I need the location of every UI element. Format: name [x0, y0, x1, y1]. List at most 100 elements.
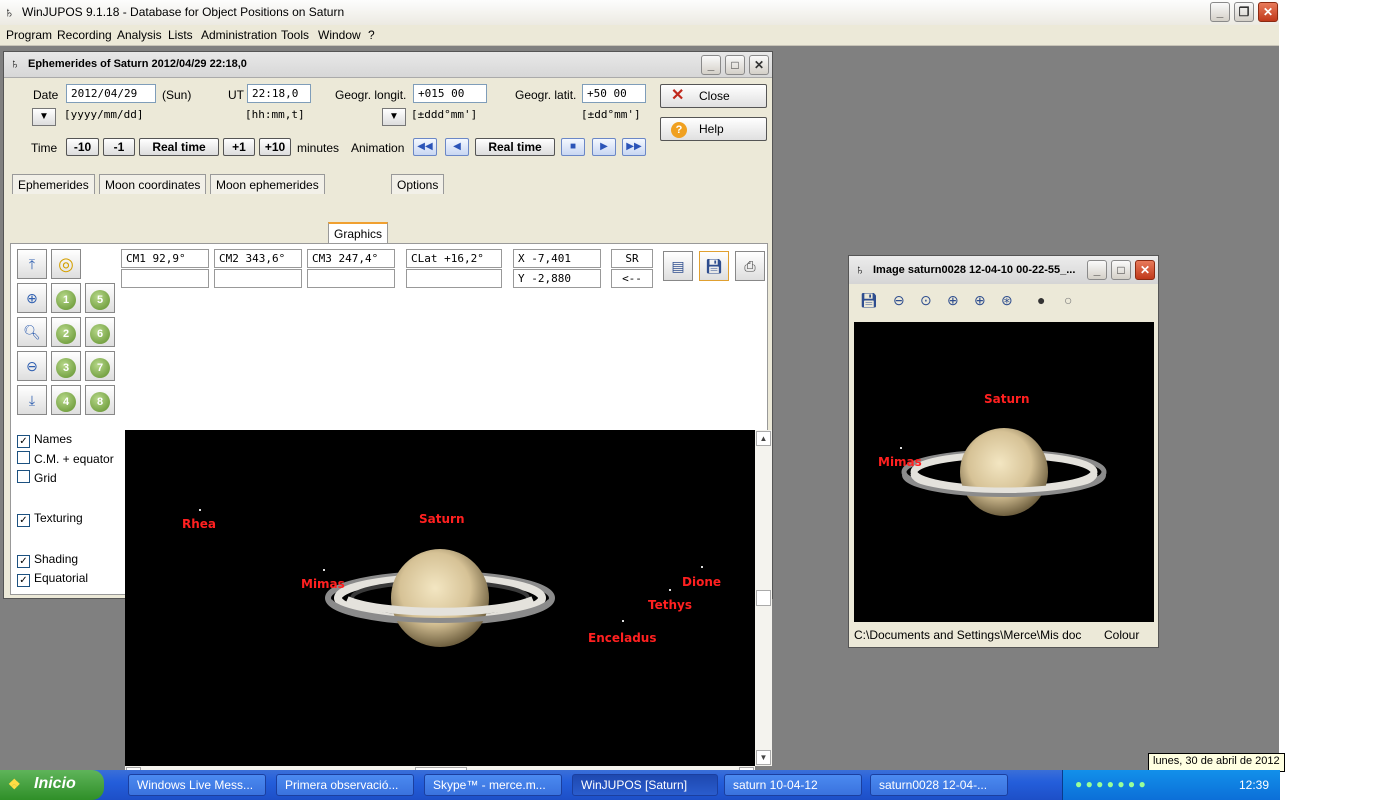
minimize-button[interactable]: _ — [1210, 2, 1230, 22]
latitude-label: Geogr. latit. — [515, 88, 577, 102]
zoom-level-4[interactable]: 4 — [51, 385, 81, 415]
light-mode-radio-icon[interactable]: ○ — [1064, 292, 1072, 308]
menu-analysis[interactable]: Analysis — [117, 28, 162, 42]
shading-checkbox[interactable]: ✓ Shading — [17, 552, 78, 568]
vertical-scroll-thumb[interactable] — [756, 590, 771, 606]
cm-equator-checkbox[interactable]: C.M. + equator — [17, 451, 114, 466]
magnifier-icon[interactable]: ⊙ — [920, 292, 932, 309]
texturing-checkbox[interactable]: ✓ Texturing — [17, 511, 83, 527]
zoom-level-2[interactable]: 2 — [51, 317, 81, 347]
time-plus1-button[interactable]: +1 — [223, 138, 255, 156]
scroll-down-icon[interactable]: ▼ — [756, 750, 771, 765]
menu-tools[interactable]: Tools — [281, 28, 309, 42]
menu-window[interactable]: Window — [318, 28, 361, 42]
time-plus10-button[interactable]: +10 — [259, 138, 291, 156]
help-button[interactable]: ? Help — [660, 117, 767, 141]
print-icon[interactable]: ⎙ — [735, 251, 765, 281]
tab-moon-coordinates[interactable]: Moon coordinates — [99, 174, 207, 194]
time-realtime-button[interactable]: Real time — [139, 138, 219, 156]
latitude-field[interactable]: +50 00 — [582, 84, 646, 103]
zoom-fit-icon[interactable]: ⊛ — [1001, 292, 1013, 309]
longitude-label: Geogr. longit. — [335, 88, 407, 102]
task-skype[interactable]: Skype™ - merce.m... — [424, 774, 562, 796]
menu-recording[interactable]: Recording — [57, 28, 112, 42]
img-maximize-button[interactable]: □ — [1111, 260, 1131, 280]
tab-moon-ephemerides[interactable]: Moon ephemerides — [210, 174, 325, 194]
move-top-icon[interactable]: ⤒ — [17, 249, 47, 279]
zoom-in-icon[interactable]: ⊕ — [17, 283, 47, 313]
start-button[interactable]: ❖ Inicio — [0, 770, 104, 800]
equatorial-checkbox[interactable]: ✓ Equatorial — [17, 571, 88, 587]
ut-field[interactable]: 22:18,0 — [247, 84, 311, 103]
task-primera-observacion[interactable]: Primera observació... — [276, 774, 414, 796]
clat-secondary-readout — [406, 269, 502, 288]
ring-icon[interactable]: ◎ — [51, 249, 81, 279]
dark-mode-radio-icon[interactable]: ● — [1037, 292, 1045, 308]
tab-ephemerides[interactable]: Ephemerides — [12, 174, 95, 194]
task-saturn-folder[interactable]: saturn 10-04-12 — [724, 774, 862, 796]
magnifier-icon[interactable]: 🔍︎ — [17, 317, 47, 347]
eph-close-button[interactable]: ✕ — [749, 55, 769, 75]
tab-options[interactable]: Options — [391, 174, 445, 194]
task-winjupos[interactable]: WinJUPOS [Saturn] — [572, 774, 718, 796]
longitude-field[interactable]: +015 00 — [413, 84, 487, 103]
date-dropdown-button[interactable]: ▼ — [32, 108, 56, 126]
step-forward-icon[interactable]: ▶ — [592, 138, 616, 156]
x-readout: X -7,401 — [513, 249, 601, 268]
scroll-up-icon[interactable]: ▲ — [756, 431, 771, 446]
fast-rewind-icon[interactable]: ◀◀ — [413, 138, 437, 156]
task-saturn-image[interactable]: saturn0028 12-04-... — [870, 774, 1008, 796]
date-field[interactable]: 2012/04/29 — [66, 84, 156, 103]
clat-readout: CLat +16,2° — [406, 249, 502, 268]
time-label: Time — [31, 141, 58, 155]
mimas-dot — [323, 569, 325, 571]
zoom-level-3[interactable]: 3 — [51, 351, 81, 381]
menu-help[interactable]: ? — [368, 28, 375, 42]
saturn-label: Saturn — [419, 512, 465, 526]
clock[interactable]: 12:39 — [1239, 778, 1269, 792]
zoom-level-6[interactable]: 6 — [85, 317, 115, 347]
animation-realtime-button[interactable]: Real time — [475, 138, 555, 156]
y-readout: Y -2,880 — [513, 269, 601, 288]
zoom-in-icon[interactable]: ⊕ — [947, 292, 959, 309]
menu-program[interactable]: Program — [6, 28, 52, 42]
restore-button[interactable]: ❐ — [1234, 2, 1254, 22]
image-colour-mode: Colour — [1104, 628, 1140, 642]
vertical-scrollbar[interactable]: ▲ ▼ — [755, 430, 772, 766]
close-app-button[interactable]: ✕ — [1258, 2, 1278, 22]
fast-forward-icon[interactable]: ▶▶ — [622, 138, 646, 156]
eph-minimize-button[interactable]: _ — [701, 55, 721, 75]
move-bottom-icon[interactable]: ⤓ — [17, 385, 47, 415]
film-icon[interactable]: ▤ — [663, 251, 693, 281]
img-minimize-button[interactable]: _ — [1087, 260, 1107, 280]
eph-maximize-button[interactable]: □ — [725, 55, 745, 75]
tab-graphics[interactable]: Graphics — [328, 222, 389, 245]
minutes-label: minutes — [297, 141, 340, 155]
img-close-button[interactable]: ✕ — [1135, 260, 1155, 280]
zoom-out-icon[interactable]: ⊖ — [17, 351, 47, 381]
names-checkbox[interactable]: ✓ Names — [17, 432, 72, 448]
save-icon[interactable]: 💾︎ — [699, 251, 729, 281]
image-saturn-label: Saturn — [984, 392, 1030, 406]
zoom-in-more-icon[interactable]: ⊕ — [974, 292, 986, 309]
zoom-level-5[interactable]: 5 — [85, 283, 115, 313]
close-button[interactable]: ✕ Close — [660, 84, 767, 108]
zoom-level-7[interactable]: 7 — [85, 351, 115, 381]
stop-icon[interactable]: ■ — [561, 138, 585, 156]
dione-label: Dione — [682, 575, 721, 589]
save-icon[interactable]: 💾︎ — [860, 292, 878, 309]
time-minus1-button[interactable]: -1 — [103, 138, 135, 156]
menu-administration[interactable]: Administration — [201, 28, 277, 42]
time-minus10-button[interactable]: -10 — [66, 138, 99, 156]
cm2-readout: CM2 343,6° — [214, 249, 302, 268]
task-windows-live-messenger[interactable]: Windows Live Mess... — [128, 774, 266, 796]
zoom-out-icon[interactable]: ⊖ — [893, 292, 905, 309]
menu-lists[interactable]: Lists — [168, 28, 193, 42]
tray-app-icons[interactable]: ● ● ● ● ● ● ● — [1075, 777, 1146, 791]
zoom-level-8[interactable]: 8 — [85, 385, 115, 415]
ut-label: UT — [228, 88, 244, 102]
grid-checkbox[interactable]: Grid — [17, 470, 57, 485]
longitude-dropdown-button[interactable]: ▼ — [382, 108, 406, 126]
zoom-level-1[interactable]: 1 — [51, 283, 81, 313]
step-back-icon[interactable]: ◀ — [445, 138, 469, 156]
